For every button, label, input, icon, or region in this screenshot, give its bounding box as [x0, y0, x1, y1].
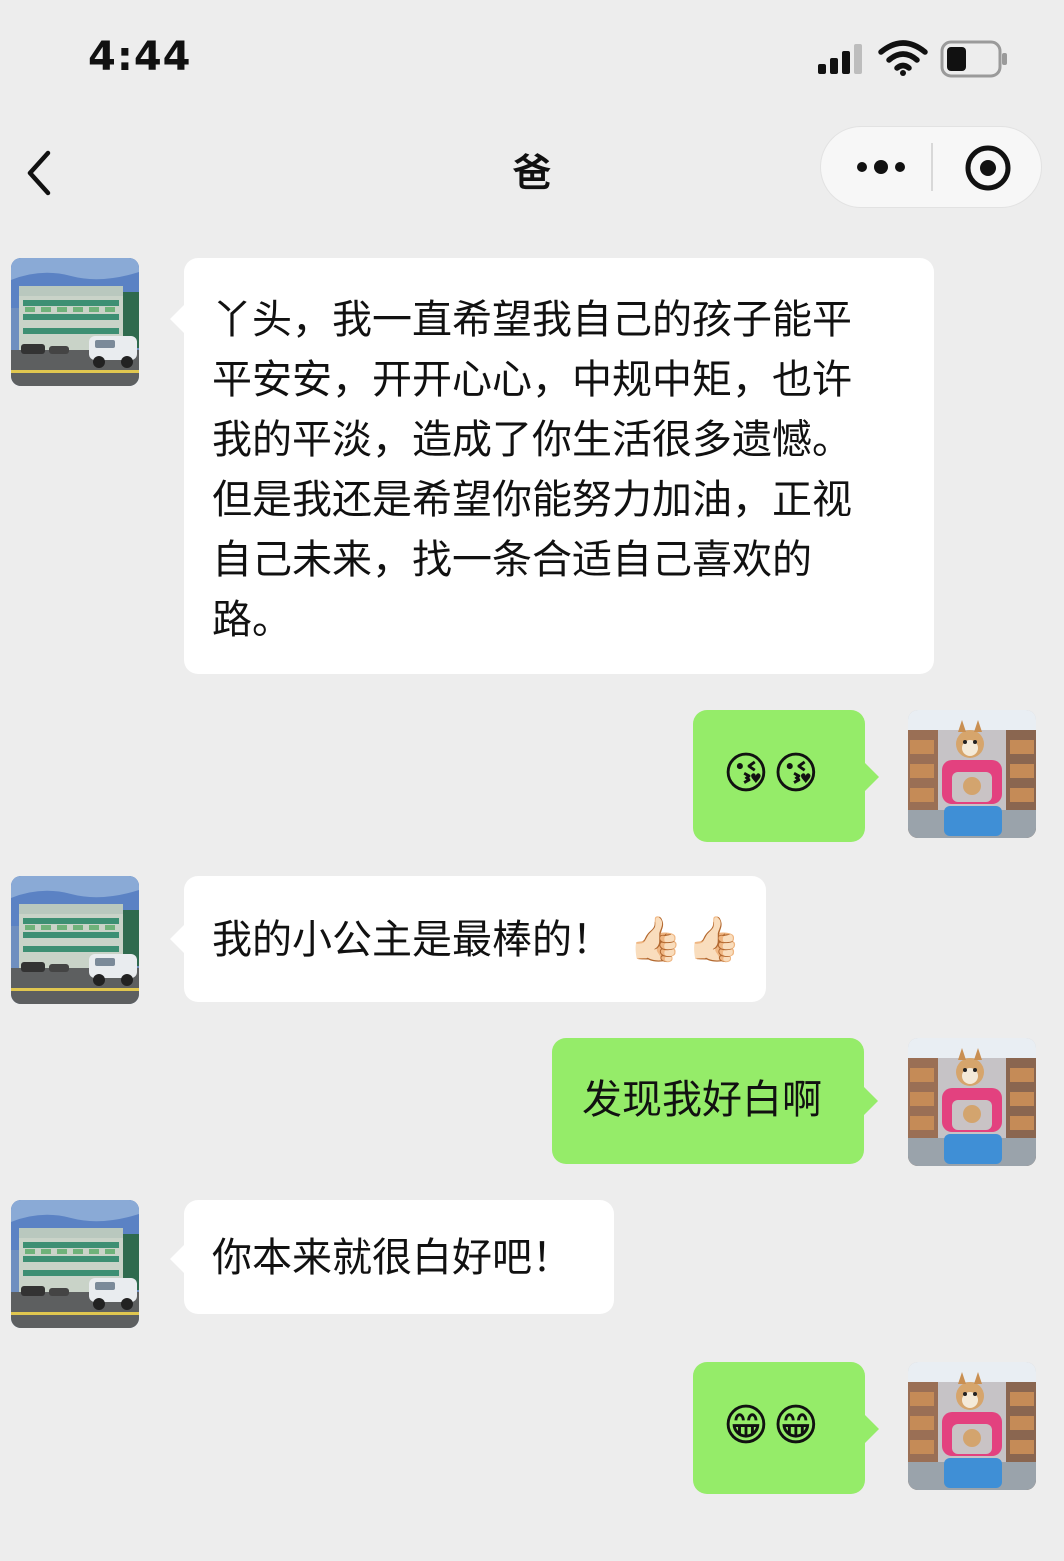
- message-bubble-incoming[interactable]: 丫头，我一直希望我自己的孩子能平 平安安，开开心心，中规中矩，也许 我的平淡，造…: [170, 258, 934, 674]
- target-circle-icon[interactable]: [963, 143, 1013, 193]
- more-dots-icon[interactable]: [853, 149, 909, 185]
- my-avatar[interactable]: [908, 710, 1036, 838]
- message-text: 你本来就很白好吧！: [212, 1235, 572, 1281]
- message-text: 发现我好白啊: [582, 1077, 822, 1123]
- kiss-emoji: 😘😘: [723, 748, 823, 799]
- message-text: 我的小公主是最棒的！: [212, 917, 612, 963]
- my-avatar[interactable]: [908, 1038, 1036, 1166]
- message-bubble-incoming[interactable]: 你本来就很白好吧！: [170, 1200, 614, 1314]
- wifi-icon: [878, 40, 928, 76]
- my-avatar[interactable]: [908, 1362, 1036, 1490]
- status-time: 4:44: [88, 34, 192, 80]
- grin-emoji: 😁😁: [723, 1400, 823, 1451]
- thumbs-up-emoji: 👍🏻👍🏻: [628, 914, 746, 965]
- message-line: 平安安，开开心心，中规中矩，也许: [212, 357, 852, 403]
- contact-avatar[interactable]: [11, 1200, 139, 1328]
- message-bubble-incoming[interactable]: 我的小公主是最棒的！ 👍🏻👍🏻: [170, 876, 766, 1002]
- message-bubble-outgoing[interactable]: 😁😁: [693, 1362, 879, 1494]
- message-line: 自己未来，找一条合适自己喜欢的: [212, 537, 812, 583]
- message-line: 我的平淡，造成了你生活很多遗憾。: [212, 417, 852, 463]
- contact-avatar[interactable]: [11, 876, 139, 1004]
- message-line: 丫头，我一直希望我自己的孩子能平: [212, 297, 852, 343]
- capsule-divider: [931, 143, 933, 191]
- message-line: 但是我还是希望你能努力加油，正视: [212, 477, 852, 523]
- message-line: 路。: [212, 597, 292, 643]
- contact-avatar[interactable]: [11, 258, 139, 386]
- message-bubble-outgoing[interactable]: 😘😘: [693, 710, 879, 842]
- signal-icon: [818, 44, 862, 74]
- miniprogram-capsule: [820, 126, 1042, 208]
- message-bubble-outgoing[interactable]: 发现我好白啊: [552, 1038, 878, 1164]
- battery-icon: [940, 40, 1007, 78]
